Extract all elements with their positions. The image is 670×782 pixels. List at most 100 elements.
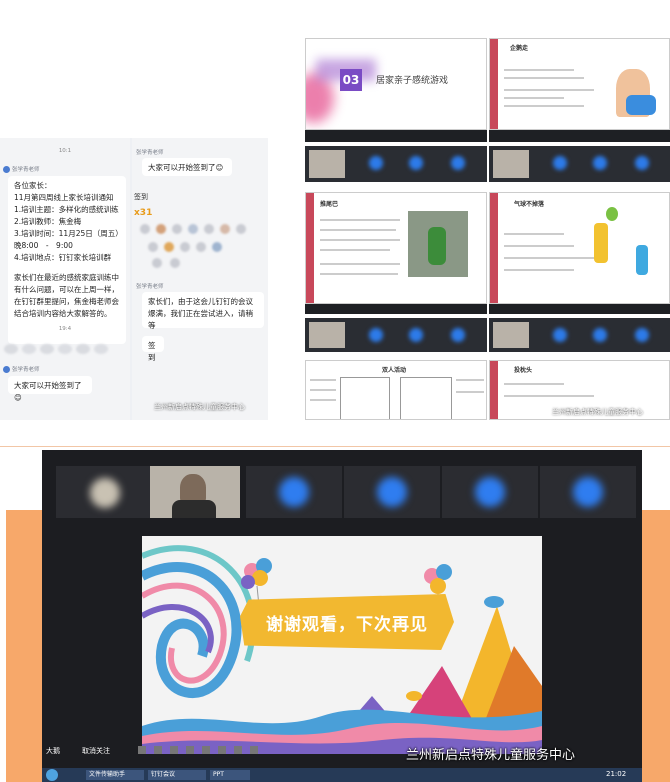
toolbar-icon[interactable] [250, 746, 258, 754]
slide-accent [490, 39, 498, 129]
video-row [305, 146, 487, 182]
game-title: 居家亲子感统游戏 [376, 76, 449, 86]
avatar-blur [170, 258, 180, 268]
text-line [456, 379, 484, 381]
text-line [504, 257, 594, 259]
avatar-blur [196, 242, 206, 252]
orange-frame-right [640, 510, 670, 782]
notice-bubble: 各位家长： 11月第四周线上家长培训通知 1.培训主题：多样化的感统训练 2.培… [8, 176, 126, 344]
banner-text: 谢谢观看，下次再见 [266, 614, 428, 635]
toolbar-icon[interactable] [154, 746, 162, 754]
slide-title: 03 居家亲子感统游戏 [305, 38, 487, 130]
mic-control[interactable]: 大鹅 [46, 746, 60, 756]
follow-control[interactable]: 取消关注 [82, 746, 110, 756]
avatar [3, 166, 10, 173]
text-line [504, 97, 564, 99]
taskbar-item[interactable]: 文件传输助手 [86, 770, 144, 780]
participant-video [493, 150, 529, 178]
participant-avatar [573, 477, 603, 507]
participant-avatar [90, 478, 120, 508]
sender-name: 张学青老师 [12, 367, 40, 373]
avatar-blur [172, 224, 182, 234]
participant-avatar [553, 328, 567, 342]
participant-tile [56, 466, 152, 518]
toolbar-icon[interactable] [218, 746, 226, 754]
text-line [504, 233, 564, 235]
slide-accent [490, 193, 498, 303]
watermark: 兰州新启点特殊儿童服务中心 [552, 408, 643, 416]
taskbar-item[interactable]: PPT [210, 770, 250, 780]
meeting-toolbar [305, 304, 487, 314]
start-icon[interactable] [46, 769, 58, 781]
meeting-window: 谢谢观看，下次再见 大鹅 取消关注 兰州新启点特殊儿童服务中心 文件传输助手 钉… [42, 450, 642, 782]
avatar-blur [140, 224, 150, 234]
avatar-blur [156, 224, 166, 234]
participant-tile [344, 466, 440, 518]
toolbar-icon[interactable] [170, 746, 178, 754]
participant-avatar [409, 328, 423, 342]
notice-extra: 家长们在最近的感统家庭训练中有什么问题，可以在上周一样，在钉钉群里提问，焦金梅老… [14, 273, 119, 318]
sketch-frame [340, 377, 390, 419]
sender-name: 张学青老师 [12, 167, 40, 173]
notice-line: 4.培训地点：钉钉家长培训群 [14, 253, 112, 262]
taskbar: 文件传输助手 钉钉会议 PPT 21:02 [42, 768, 642, 782]
balloon [606, 207, 618, 221]
participant-avatar [553, 156, 567, 170]
avatar-blur [212, 242, 222, 252]
text-line [310, 379, 336, 381]
kid-illustration [636, 245, 648, 275]
host-video[interactable] [150, 466, 240, 518]
meeting-toolbar [489, 130, 670, 142]
slide-accent [490, 361, 498, 419]
participant-avatar [593, 328, 607, 342]
divider [0, 446, 670, 447]
participant-avatar [369, 328, 383, 342]
avatar-blur [204, 224, 214, 234]
text-line [320, 249, 390, 251]
taskbar-item[interactable]: 钉钉会议 [148, 770, 206, 780]
text-line [320, 273, 398, 275]
kids-illustration [626, 95, 656, 115]
participant-video [309, 150, 345, 178]
text-line [504, 395, 594, 397]
slide-accent [306, 193, 314, 303]
checkin-bubble: 大家可以开始签到了😊 [142, 158, 232, 176]
chat-panel-right: 张学青老师 大家可以开始签到了😊 签到 x31 张学青老师 家长们，由于这会儿钉… [132, 138, 268, 420]
text-line [504, 105, 584, 107]
participant-avatar [593, 156, 607, 170]
sender-name: 张学青老师 [136, 284, 164, 290]
participant-avatar [635, 156, 649, 170]
notice-line: 1.培训主题：多样化的感统训练 [14, 205, 119, 214]
text-line [320, 263, 400, 265]
text-line [504, 69, 574, 71]
notice-line: 11月第四周线上家长培训通知 [14, 193, 114, 202]
text-line [320, 219, 400, 221]
slide-heading: 气球不掉落 [514, 201, 545, 208]
checkin-bubble: 大家可以开始签到了😊 [8, 376, 92, 402]
clock: 21:02 [606, 770, 627, 778]
notice-line: 晚8:00 - 9:00 [14, 241, 73, 250]
notice-line: 2.培训教师：焦金梅 [14, 217, 82, 226]
toolbar-icon[interactable] [202, 746, 210, 754]
slide-heading: 企鹅走 [510, 45, 529, 52]
slide-heading: 双人活动 [382, 367, 407, 374]
toolbar-icon[interactable] [234, 746, 242, 754]
emoji-blur [40, 344, 54, 354]
avatar-blur [152, 258, 162, 268]
chat-collage: 10:1 张学青老师 各位家长： 11月第四周线上家长培训通知 1.培训主题：多… [0, 138, 268, 420]
text-line [320, 229, 396, 231]
avatar-blur [148, 242, 158, 252]
video-row [305, 318, 487, 352]
participant-video [493, 322, 529, 348]
avatar-blur [180, 242, 190, 252]
text-line [504, 383, 564, 385]
text-line [320, 239, 400, 241]
meeting-toolbar [305, 130, 487, 142]
toolbar-icon[interactable] [138, 746, 146, 754]
toolbar-icon[interactable] [186, 746, 194, 754]
participant-avatar [635, 328, 649, 342]
participant-avatar [451, 328, 465, 342]
text-line [456, 391, 484, 393]
slide-tail: 推尾巴 [305, 192, 487, 304]
slide-penguin: 企鹅走 [489, 38, 670, 130]
